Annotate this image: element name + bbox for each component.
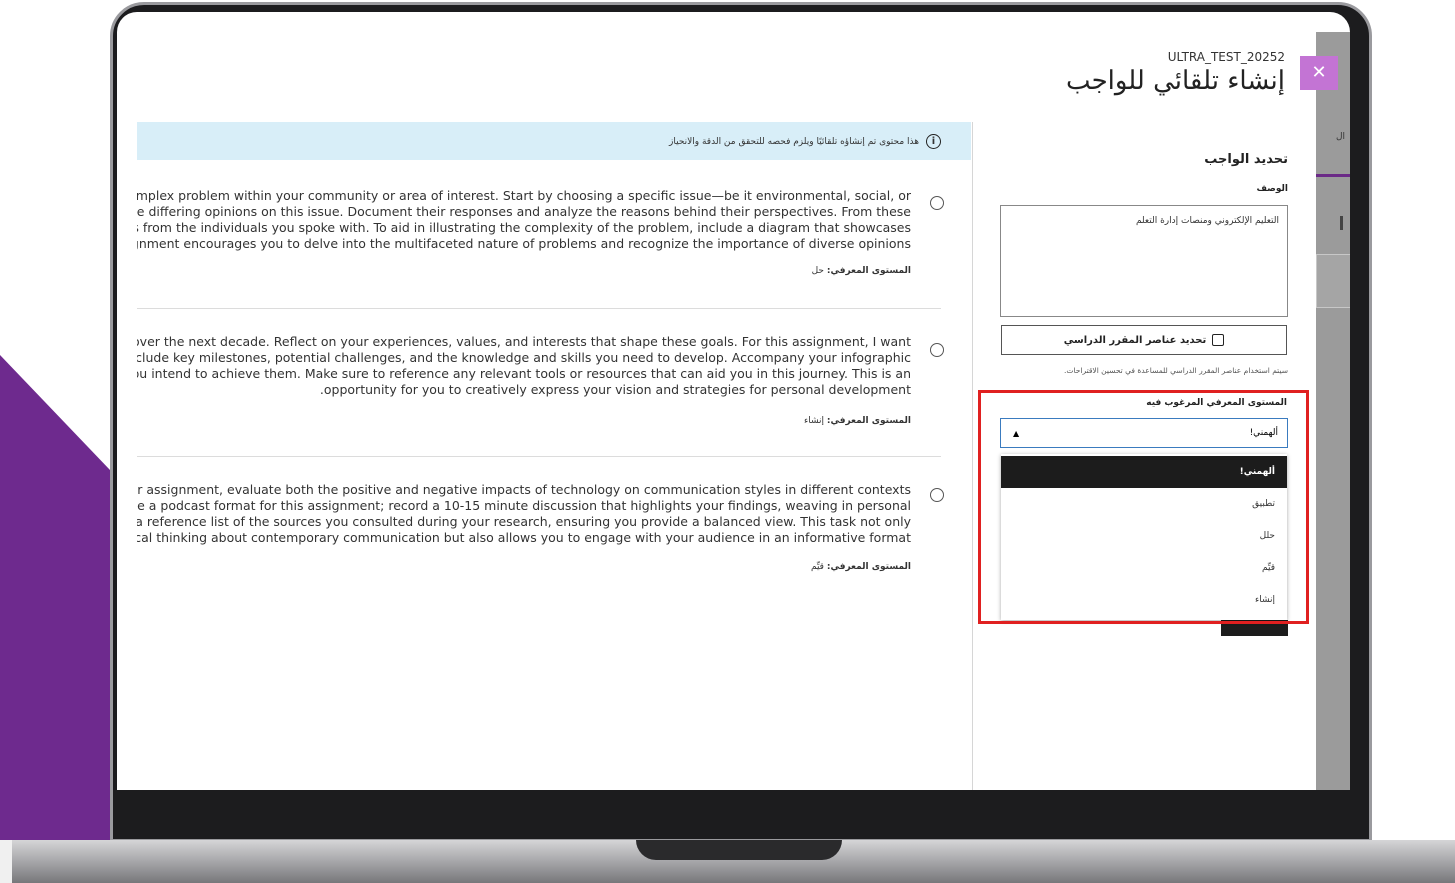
info-icon: i xyxy=(926,134,941,149)
course-items-hint: سيتم استخدام عناصر المقرر الدراسي للمساع… xyxy=(1064,366,1288,375)
banner-text: هذا محتوى تم إنشاؤه تلقائيًا ويلزم فحصه … xyxy=(669,137,919,147)
assignment-radio[interactable] xyxy=(930,196,944,210)
description-field[interactable]: التعليم الإلكتروني ومنصات إدارة التعلم xyxy=(1000,205,1288,317)
close-button[interactable]: ✕ xyxy=(1300,56,1338,90)
background-page-strip: ال xyxy=(1316,32,1350,790)
cognitive-level: المستوى المعرفي: قيِّم xyxy=(810,562,911,572)
strip-tab-label: ال xyxy=(1336,132,1346,142)
cognitive-level: المستوى المعرفي: إنشاء xyxy=(803,416,911,426)
course-items-icon xyxy=(1212,334,1225,346)
description-label: الوصف xyxy=(1256,184,1288,194)
divider xyxy=(137,308,941,309)
select-course-items-label: تحديد عناصر المقرر الدراسي xyxy=(1063,334,1207,346)
laptop-notch xyxy=(636,840,842,860)
assignment-radio[interactable] xyxy=(930,343,944,357)
select-course-items-button[interactable]: تحديد عناصر المقرر الدراسي xyxy=(1001,325,1287,355)
ai-content-banner: i هذا محتوى تم إنشاؤه تلقائيًا ويلزم فحص… xyxy=(137,122,971,160)
divider xyxy=(137,456,941,457)
annotation-highlight-box xyxy=(978,390,1309,624)
assignment-radio[interactable] xyxy=(930,488,944,502)
assignment-list-clip: complex problem within your community or… xyxy=(137,160,971,790)
close-icon: ✕ xyxy=(1311,62,1327,83)
course-id: ULTRA_TEST_20252 xyxy=(1167,50,1285,64)
cognitive-level: المستوى المعرفي: حل xyxy=(811,266,911,276)
page-title: إنشاء تلقائي للواجب xyxy=(1066,66,1285,96)
settings-heading: تحديد الواجب xyxy=(1204,152,1288,167)
assignment-text: our assignment, evaluate both the positi… xyxy=(137,482,911,545)
assignment-text: e over the next decade. Reflect on your … xyxy=(137,334,911,397)
assignment-text: complex problem within your community or… xyxy=(137,188,911,251)
